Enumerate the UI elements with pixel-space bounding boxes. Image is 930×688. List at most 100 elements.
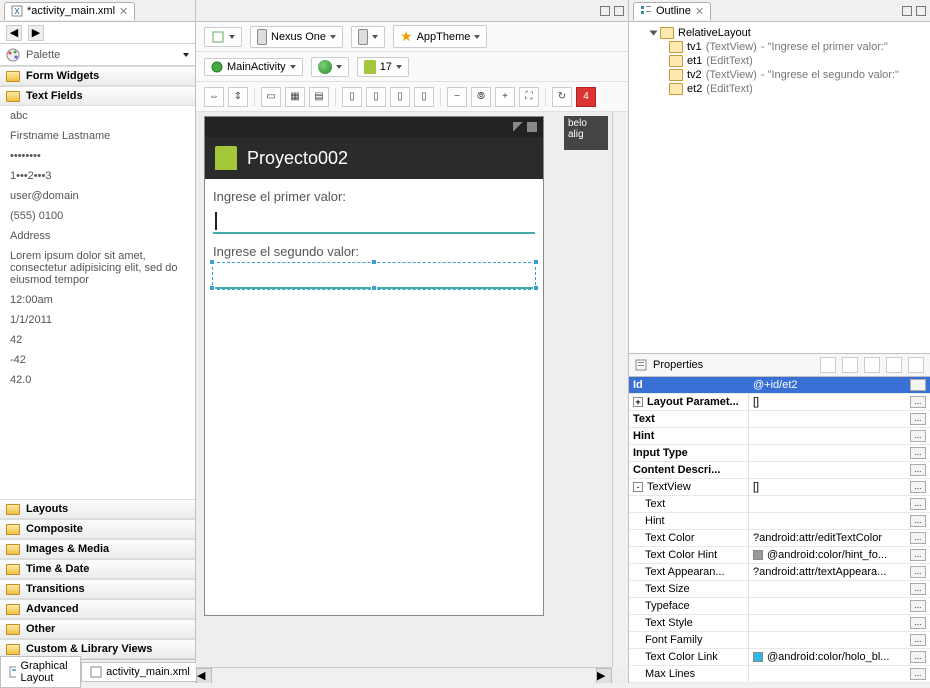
outline-maximize-icon[interactable] bbox=[916, 6, 926, 16]
palette-section[interactable]: Transitions bbox=[0, 579, 195, 599]
property-row[interactable]: Text Color Link@android:color/holo_bl...… bbox=[629, 649, 930, 666]
edit-property-icon[interactable]: ... bbox=[910, 481, 926, 493]
orientation-dropdown[interactable] bbox=[351, 26, 385, 48]
outline-node[interactable]: tv2 (TextView) - "Ingrese el segundo val… bbox=[633, 68, 926, 82]
edit-property-icon[interactable]: ... bbox=[910, 515, 926, 527]
property-row[interactable]: -TextView[]... bbox=[629, 479, 930, 496]
palette-item[interactable]: Firstname Lastname bbox=[0, 126, 195, 146]
back-icon[interactable]: ◀ bbox=[6, 25, 22, 41]
property-row[interactable]: Max Lines... bbox=[629, 666, 930, 683]
palette-section[interactable]: Layouts bbox=[0, 499, 195, 519]
edit-property-icon[interactable]: ... bbox=[910, 566, 926, 578]
zoom-out-icon[interactable]: − bbox=[447, 87, 467, 107]
edit-property-icon[interactable]: ... bbox=[910, 447, 926, 459]
property-row[interactable]: Text... bbox=[629, 411, 930, 428]
edit-property-icon[interactable]: ... bbox=[910, 600, 926, 612]
palette-items-list[interactable]: abcFirstname Lastname••••••••1•••2•••3us… bbox=[0, 106, 195, 499]
config-dropdown[interactable] bbox=[204, 27, 242, 47]
textview-tv1[interactable]: Ingrese el primer valor: bbox=[213, 185, 535, 208]
palette-item[interactable]: 1•••2•••3 bbox=[0, 166, 195, 186]
palette-section[interactable]: Form Widgets bbox=[0, 66, 195, 86]
edit-property-icon[interactable]: ... bbox=[910, 498, 926, 510]
palette-menu-caret-icon[interactable] bbox=[183, 53, 189, 57]
edittext-et2[interactable] bbox=[213, 263, 535, 289]
forward-icon[interactable]: ▶ bbox=[28, 25, 44, 41]
palette-item[interactable]: 42.0 bbox=[0, 370, 195, 390]
palette-item[interactable]: 42 bbox=[0, 330, 195, 350]
edit-property-icon[interactable]: ... bbox=[910, 617, 926, 629]
outline-minimize-icon[interactable] bbox=[902, 6, 912, 16]
props-collapse-icon[interactable] bbox=[908, 357, 924, 373]
property-row[interactable]: +Layout Paramet...[]... bbox=[629, 394, 930, 411]
edit-property-icon[interactable]: ... bbox=[910, 379, 926, 391]
palette-item[interactable]: 1/1/2011 bbox=[0, 310, 195, 330]
palette-item[interactable]: user@domain bbox=[0, 186, 195, 206]
editor-tab[interactable]: x *activity_main.xml ✕ bbox=[4, 2, 135, 20]
property-row[interactable]: Text Style... bbox=[629, 615, 930, 632]
palette-item[interactable]: Lorem ipsum dolor sit amet, consectetur … bbox=[0, 246, 195, 290]
refresh-icon[interactable]: ↻ bbox=[552, 87, 572, 107]
palette-item[interactable]: 12:00am bbox=[0, 290, 195, 310]
align-left-icon[interactable]: ▯ bbox=[342, 87, 362, 107]
grid-icon[interactable]: ▤ bbox=[309, 87, 329, 107]
edit-property-icon[interactable]: ... bbox=[910, 413, 926, 425]
align-center-icon[interactable]: ▯ bbox=[366, 87, 386, 107]
property-row[interactable]: Text... bbox=[629, 496, 930, 513]
property-row[interactable]: Text Size... bbox=[629, 581, 930, 598]
api-dropdown[interactable]: 17 bbox=[357, 57, 409, 77]
palette-item[interactable]: -42 bbox=[0, 350, 195, 370]
palette-section[interactable]: Composite bbox=[0, 519, 195, 539]
palette-section[interactable]: Text Fields bbox=[0, 86, 195, 106]
palette-section[interactable]: Advanced bbox=[0, 599, 195, 619]
outline-tree[interactable]: RelativeLayout tv1 (TextView) - "Ingrese… bbox=[629, 22, 930, 353]
props-filter-icon[interactable] bbox=[820, 357, 836, 373]
real-size-icon[interactable]: ▭ bbox=[261, 87, 281, 107]
align-dist-icon[interactable]: ▯ bbox=[414, 87, 434, 107]
outline-node[interactable]: tv1 (TextView) - "Ingrese el primer valo… bbox=[633, 40, 926, 54]
zoom-in-icon[interactable]: + bbox=[495, 87, 515, 107]
zoom-fit-icon[interactable]: ⛶ bbox=[519, 87, 539, 107]
edit-property-icon[interactable]: ... bbox=[910, 668, 926, 680]
palette-item[interactable]: abc bbox=[0, 106, 195, 126]
expand-toggle-icon[interactable] bbox=[650, 31, 658, 36]
palette-section[interactable]: Other bbox=[0, 619, 195, 639]
palette-item[interactable]: Address bbox=[0, 226, 195, 246]
outline-node[interactable]: et2 (EditText) bbox=[633, 82, 926, 96]
palette-item[interactable]: •••••••• bbox=[0, 146, 195, 166]
toggle-size-icon[interactable]: ⇕ bbox=[228, 87, 248, 107]
close-outline-icon[interactable]: ✕ bbox=[695, 5, 704, 18]
device-dropdown[interactable]: Nexus One bbox=[250, 26, 343, 48]
outline-tab[interactable]: Outline ✕ bbox=[633, 2, 711, 20]
expand-icon[interactable]: - bbox=[633, 482, 643, 492]
xml-source-tab[interactable]: activity_main.xml bbox=[81, 662, 199, 682]
edit-property-icon[interactable]: ... bbox=[910, 634, 926, 646]
outline-root[interactable]: RelativeLayout bbox=[633, 26, 926, 40]
property-row[interactable]: Content Descri...... bbox=[629, 462, 930, 479]
palette-section[interactable]: Images & Media bbox=[0, 539, 195, 559]
property-row[interactable]: Text Color Hint@android:color/hint_fo...… bbox=[629, 547, 930, 564]
palette-item[interactable]: (555) 0100 bbox=[0, 206, 195, 226]
theme-dropdown[interactable]: ★ AppTheme bbox=[393, 25, 487, 48]
zoom-reset-icon[interactable]: ⦾ bbox=[471, 87, 491, 107]
property-row[interactable]: Hint... bbox=[629, 428, 930, 445]
palette-section[interactable]: Time & Date bbox=[0, 559, 195, 579]
close-tab-icon[interactable]: ✕ bbox=[119, 5, 128, 18]
canvas-hscrollbar[interactable]: ◀▶ bbox=[196, 667, 612, 683]
canvas-vscrollbar[interactable] bbox=[612, 112, 628, 667]
minimize-icon[interactable] bbox=[600, 6, 610, 16]
properties-table[interactable]: Id@+id/et2...+Layout Paramet...[]...Text… bbox=[629, 377, 930, 683]
edit-property-icon[interactable]: ... bbox=[910, 532, 926, 544]
toggle-bounds-icon[interactable]: ⇔ bbox=[204, 87, 224, 107]
edit-property-icon[interactable]: ... bbox=[910, 549, 926, 561]
props-sort-icon[interactable] bbox=[842, 357, 858, 373]
error-count-badge[interactable]: 4 bbox=[576, 87, 596, 107]
expand-icon[interactable]: + bbox=[633, 397, 643, 407]
property-row[interactable]: Text Color?android:attr/editTextColor... bbox=[629, 530, 930, 547]
edit-property-icon[interactable]: ... bbox=[910, 464, 926, 476]
property-row[interactable]: Font Family... bbox=[629, 632, 930, 649]
props-advanced-icon[interactable] bbox=[864, 357, 880, 373]
activity-dropdown[interactable]: MainActivity bbox=[204, 58, 303, 76]
locale-dropdown[interactable] bbox=[311, 57, 349, 77]
device-preview[interactable]: Proyecto002 Ingrese el primer valor: Ing… bbox=[204, 116, 544, 616]
edit-property-icon[interactable]: ... bbox=[910, 430, 926, 442]
